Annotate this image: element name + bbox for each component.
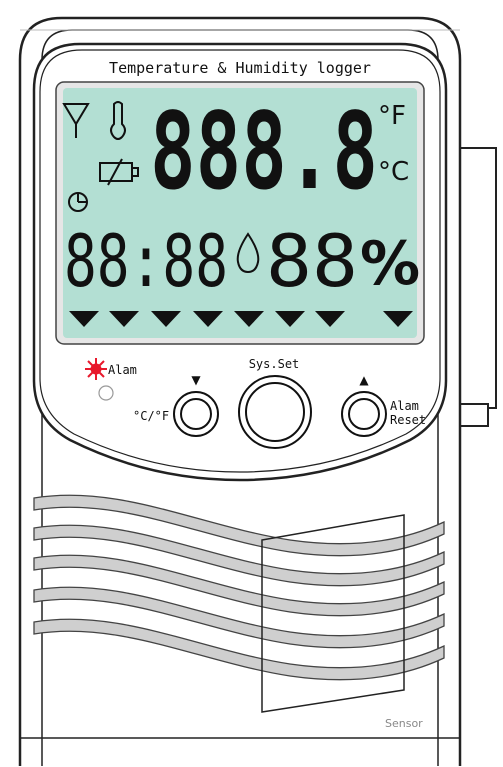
sysset-label: Sys.Set <box>249 357 300 371</box>
unit-celsius: °C <box>378 157 409 187</box>
side-clip <box>457 147 497 427</box>
unit-fahrenheit: °F <box>378 101 406 131</box>
device-title: Temperature & Humidity logger <box>109 59 371 77</box>
down-arrow-icon: ▼ <box>191 373 201 387</box>
alarm-reset-label-2: Reset <box>390 413 426 427</box>
alarm-reset-button[interactable] <box>341 391 387 437</box>
lcd-humidity-digits: 88 <box>266 219 358 303</box>
logger-device: Temperature & Humidity logger 888.8 °F °… <box>18 16 497 766</box>
alarm-label: Alam <box>108 363 137 377</box>
alarm-led <box>98 385 114 401</box>
alarm-light-icon <box>85 358 107 380</box>
cf-toggle-button[interactable] <box>173 391 219 437</box>
sysset-button[interactable] <box>238 375 312 449</box>
cf-label: °C/°F <box>133 409 169 423</box>
up-arrow-icon: ▲ <box>359 373 369 387</box>
lcd-percent-symbol: % <box>360 229 420 299</box>
lcd-time-digits: 88:88 <box>64 219 228 303</box>
sensor-label: Sensor <box>385 717 423 730</box>
lcd-main-digits: 888.8 <box>150 90 378 213</box>
alarm-reset-label-1: Alam <box>390 399 419 413</box>
